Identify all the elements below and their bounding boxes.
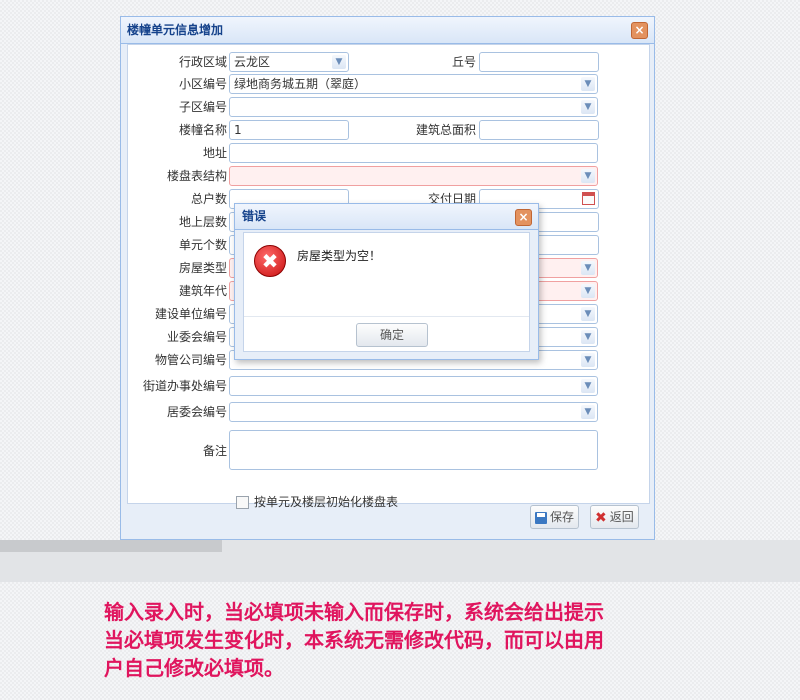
address-field[interactable] <box>229 143 598 163</box>
chevron-down-icon: ▼ <box>581 169 595 183</box>
window-close-button[interactable]: × <box>631 22 648 39</box>
street-office-code-label: 街道办事处编号 <box>142 379 227 393</box>
community-code-select[interactable]: 绿地商务城五期（翠庭） ▼ <box>229 74 598 94</box>
dialog-close-button[interactable]: × <box>515 209 532 226</box>
chevron-down-icon: ▼ <box>581 405 595 419</box>
total-floor-area-label: 建筑总面积 <box>415 123 476 137</box>
chevron-down-icon: ▼ <box>581 261 595 275</box>
builder-code-label: 建设单位编号 <box>154 307 227 321</box>
error-message: 房屋类型为空！ <box>297 249 382 263</box>
error-icon: ✖ <box>254 245 286 277</box>
chevron-down-icon: ▼ <box>332 55 346 69</box>
caption-note: 输入录入时，当必填项未输入而保存时，系统会给出提示 当必填项发生变化时，本系统无… <box>104 598 744 682</box>
household-count-label: 总户数 <box>190 192 227 206</box>
community-code-value: 绿地商务城五期（翠庭） <box>234 77 367 91</box>
building-name-field[interactable]: 1 <box>229 120 349 140</box>
total-floor-area-field[interactable] <box>479 120 599 140</box>
district-value: 云龙区 <box>234 55 271 69</box>
residents-committee-code-label: 居委会编号 <box>166 405 227 419</box>
remarks-field[interactable] <box>229 430 598 470</box>
street-office-code-select[interactable]: ▼ <box>229 376 598 396</box>
building-name-label: 楼幢名称 <box>178 123 227 137</box>
remarks-label: 备注 <box>202 444 227 458</box>
chevron-down-icon: ▼ <box>581 379 595 393</box>
above-ground-floors-label: 地上层数 <box>178 215 227 229</box>
chevron-down-icon: ▼ <box>581 353 595 367</box>
district-select[interactable]: 云龙区 ▼ <box>229 52 349 72</box>
dialog-divider <box>244 316 529 317</box>
caption-line: 户自己修改必填项。 <box>104 656 284 680</box>
chevron-down-icon: ▼ <box>581 330 595 344</box>
chevron-down-icon: ▼ <box>581 100 595 114</box>
address-label: 地址 <box>202 146 227 160</box>
floor-plan-structure-label: 楼盘表结构 <box>166 169 227 183</box>
unit-count-label: 单元个数 <box>178 238 227 252</box>
caption-line: 输入录入时，当必填项未输入而保存时，系统会给出提示 <box>104 600 604 624</box>
property-company-code-label: 物管公司编号 <box>154 353 227 367</box>
sub-area-code-label: 子区编号 <box>178 100 227 114</box>
error-dialog-body: ✖ 房屋类型为空！ 确定 <box>243 232 530 352</box>
chevron-down-icon: ▼ <box>581 77 595 91</box>
residents-committee-code-select[interactable]: ▼ <box>229 402 598 422</box>
chevron-down-icon: ▼ <box>581 284 595 298</box>
progress-band <box>0 540 222 552</box>
sub-area-code-select[interactable]: ▼ <box>229 97 598 117</box>
floppy-disk-icon <box>535 511 547 524</box>
community-code-label: 小区编号 <box>178 77 227 91</box>
red-x-icon: ✖ <box>595 509 607 526</box>
floor-plan-structure-select[interactable]: ▼ <box>229 166 598 186</box>
build-year-label: 建筑年代 <box>178 284 227 298</box>
save-button-label: 保存 <box>550 510 575 524</box>
hill-number-label: 丘号 <box>451 55 476 69</box>
error-dialog: 错误 × ✖ 房屋类型为空！ 确定 <box>234 203 539 360</box>
back-button-label: 返回 <box>609 510 634 524</box>
caption-line: 当必填项发生变化时，本系统无需修改代码，而可以由用 <box>104 628 604 652</box>
save-button[interactable]: 保存 <box>530 505 580 529</box>
ok-button[interactable]: 确定 <box>356 323 428 347</box>
district-label: 行政区域 <box>178 55 227 69</box>
window-title: 楼幢单元信息增加 <box>121 17 654 44</box>
owners-committee-code-label: 业委会编号 <box>166 330 227 344</box>
back-button[interactable]: ✖ 返回 <box>590 505 639 529</box>
error-dialog-title: 错误 <box>235 204 538 230</box>
chevron-down-icon: ▼ <box>581 307 595 321</box>
calendar-icon[interactable] <box>582 192 595 205</box>
hill-number-field[interactable] <box>479 52 599 72</box>
window-footer: 保存 ✖ 返回 <box>121 502 654 539</box>
house-type-label: 房屋类型 <box>178 261 227 275</box>
